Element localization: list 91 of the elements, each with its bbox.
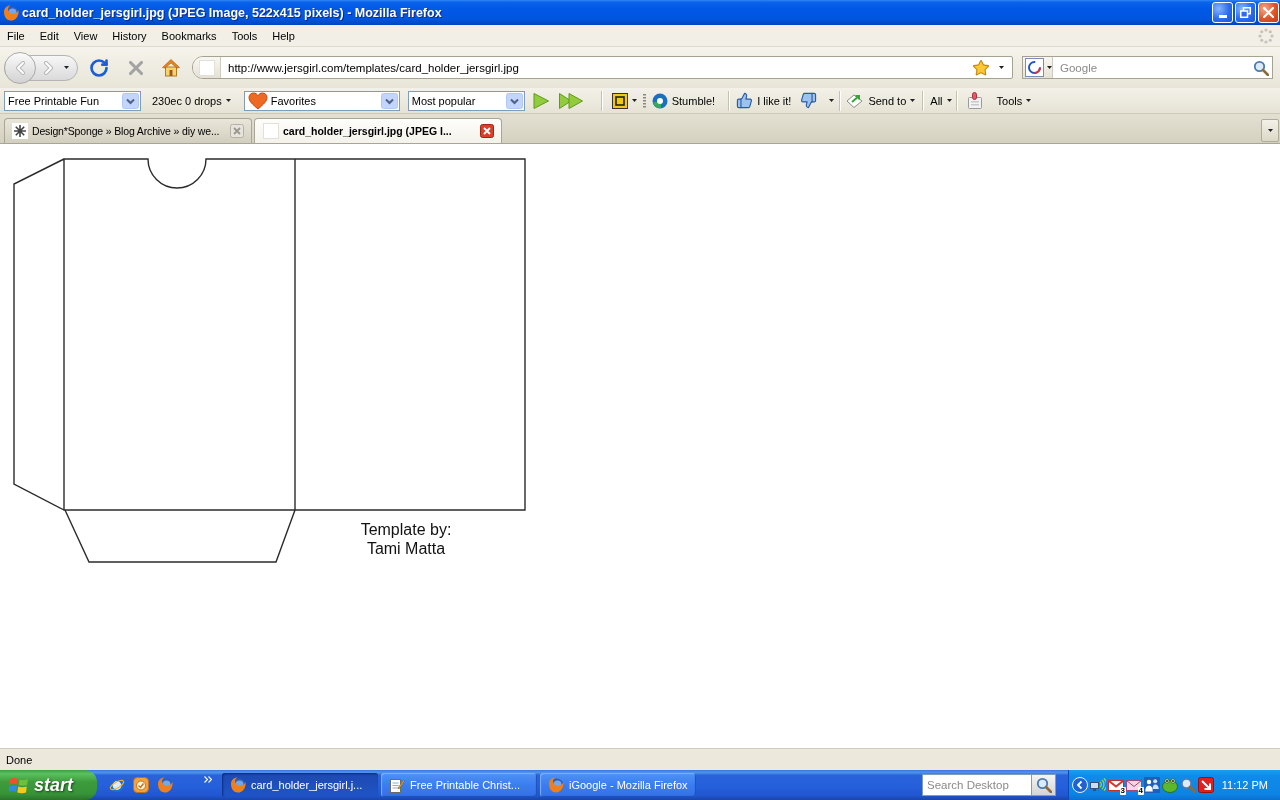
- caret-icon: [1026, 99, 1032, 102]
- loading-spinner-icon: [1258, 27, 1274, 44]
- tag-arrow-icon: [846, 92, 865, 109]
- address-bar[interactable]: http://www.jersgirl.com/templates/card_holder_jersgirl.jpg: [192, 56, 1013, 79]
- minimize-icon: [1218, 15, 1227, 18]
- count-badge: 4: [1137, 787, 1144, 795]
- window-title: card_holder_jersgirl.jpg (JPEG Image, 522x415 pixels) - Mozilla Firefox: [22, 5, 443, 20]
- check-tile-icon[interactable]: [133, 777, 149, 793]
- taskbar-button[interactable]: iGoogle - Mozilla Firefox: [540, 773, 696, 797]
- caret-icon: [1267, 129, 1273, 132]
- search-bar[interactable]: Google: [1022, 56, 1273, 79]
- notepad-icon: [389, 777, 405, 793]
- play-icon: [531, 91, 550, 110]
- group-select[interactable]: Free Printable Fun: [4, 90, 141, 111]
- close-tab-icon[interactable]: [480, 124, 494, 138]
- reload-icon: [89, 57, 109, 78]
- close-icon: [1263, 7, 1274, 18]
- ring-logo-icon: [1025, 58, 1044, 77]
- popular-select[interactable]: Most popular: [407, 90, 525, 111]
- caret-icon: [946, 99, 952, 102]
- globe-logo-icon: [230, 777, 246, 793]
- blank-page-icon: [263, 123, 279, 139]
- stumble-button[interactable]: Stumble!: [648, 89, 719, 112]
- all-menu-button[interactable]: All: [927, 89, 955, 112]
- caret-icon: [829, 99, 835, 102]
- globe-logo-icon[interactable]: [157, 777, 173, 793]
- star-icon: [972, 58, 990, 77]
- minimize-button[interactable]: [1212, 2, 1233, 23]
- thumbs-down-icon: [800, 92, 818, 109]
- drops-menu-button[interactable]: 230ec 0 drops: [149, 89, 234, 112]
- tab[interactable]: card_holder_jersgirl.jpg (JPEG I...: [254, 118, 502, 143]
- close-button[interactable]: [1258, 2, 1279, 23]
- clipboard-icon: [965, 91, 984, 110]
- tools-menu-button[interactable]: Tools: [993, 89, 1035, 112]
- menu-item[interactable]: File: [0, 27, 33, 44]
- restore-button[interactable]: [1235, 2, 1256, 23]
- caret-icon: [225, 99, 231, 102]
- caret-icon: [64, 66, 69, 69]
- search-engine-button[interactable]: [1023, 57, 1053, 78]
- menu-item[interactable]: Help: [265, 27, 303, 44]
- back-arrow-icon: [14, 60, 26, 75]
- tab-list-button[interactable]: [1261, 119, 1279, 142]
- blank-page-icon: [198, 59, 215, 76]
- double-arrow-icon: [557, 91, 584, 110]
- asterisk-icon: [12, 123, 28, 139]
- globe-logo-icon: [548, 777, 564, 793]
- search-icon: [1253, 59, 1269, 76]
- menu-item[interactable]: Bookmarks: [154, 27, 225, 44]
- caption-text: Template by:: [360, 520, 452, 539]
- tab[interactable]: Design*Sponge » Blog Archive » diy we...: [4, 118, 252, 143]
- double-chevron-icon[interactable]: [204, 776, 212, 783]
- status-text: Done: [6, 753, 33, 766]
- caret-icon: [631, 99, 637, 102]
- send-to-button[interactable]: Send to: [843, 89, 919, 112]
- desktop-search-field[interactable]: Search Desktop: [922, 774, 1032, 796]
- menu-item[interactable]: View: [66, 27, 106, 44]
- caret-icon: [1047, 66, 1052, 69]
- taskbar-button[interactable]: card_holder_jersgirl.j...: [222, 773, 378, 797]
- caret-icon: [999, 66, 1004, 69]
- caret-icon: [910, 99, 916, 102]
- globe-logo-icon: [3, 4, 19, 21]
- windows-flag-icon: [9, 775, 29, 795]
- home-icon: [162, 58, 180, 77]
- caption-text: Tami Matta: [366, 539, 446, 558]
- menu-item[interactable]: Edit: [32, 27, 67, 44]
- search-icon: [1035, 777, 1052, 793]
- menu-item[interactable]: History: [105, 27, 155, 44]
- heart-icon: [247, 91, 268, 110]
- arrow-tile-icon[interactable]: [1198, 777, 1214, 793]
- thumbs-up-icon: [736, 92, 754, 109]
- start-button[interactable]: start: [0, 770, 97, 800]
- grip-icon: [642, 93, 646, 108]
- frog-face-icon[interactable]: [1162, 777, 1178, 793]
- people-icon[interactable]: [1144, 777, 1160, 793]
- forward-arrow-icon: [43, 60, 54, 75]
- circle-logo-icon: [651, 92, 668, 109]
- menu-item[interactable]: Tools: [224, 27, 266, 44]
- clock: 11:12 PM: [1221, 779, 1269, 791]
- expand-chevron-icon[interactable]: [1072, 777, 1088, 793]
- favorites-select[interactable]: Favorites: [243, 90, 400, 111]
- network-computer-icon[interactable]: [1090, 777, 1106, 793]
- restore-icon: [1240, 7, 1251, 18]
- magnifier-icon: [1180, 777, 1196, 793]
- taskbar-button[interactable]: Free Printable Christ...: [381, 773, 537, 797]
- envelope-icon[interactable]: [1108, 777, 1124, 793]
- ring-orbit-icon[interactable]: [109, 777, 125, 793]
- envelope-icon[interactable]: [1126, 777, 1142, 793]
- count-badge: 3: [1119, 787, 1126, 795]
- like-button[interactable]: I like it!: [733, 89, 795, 112]
- square-logo-icon: [611, 92, 628, 109]
- desktop-search-button[interactable]: [1032, 774, 1056, 796]
